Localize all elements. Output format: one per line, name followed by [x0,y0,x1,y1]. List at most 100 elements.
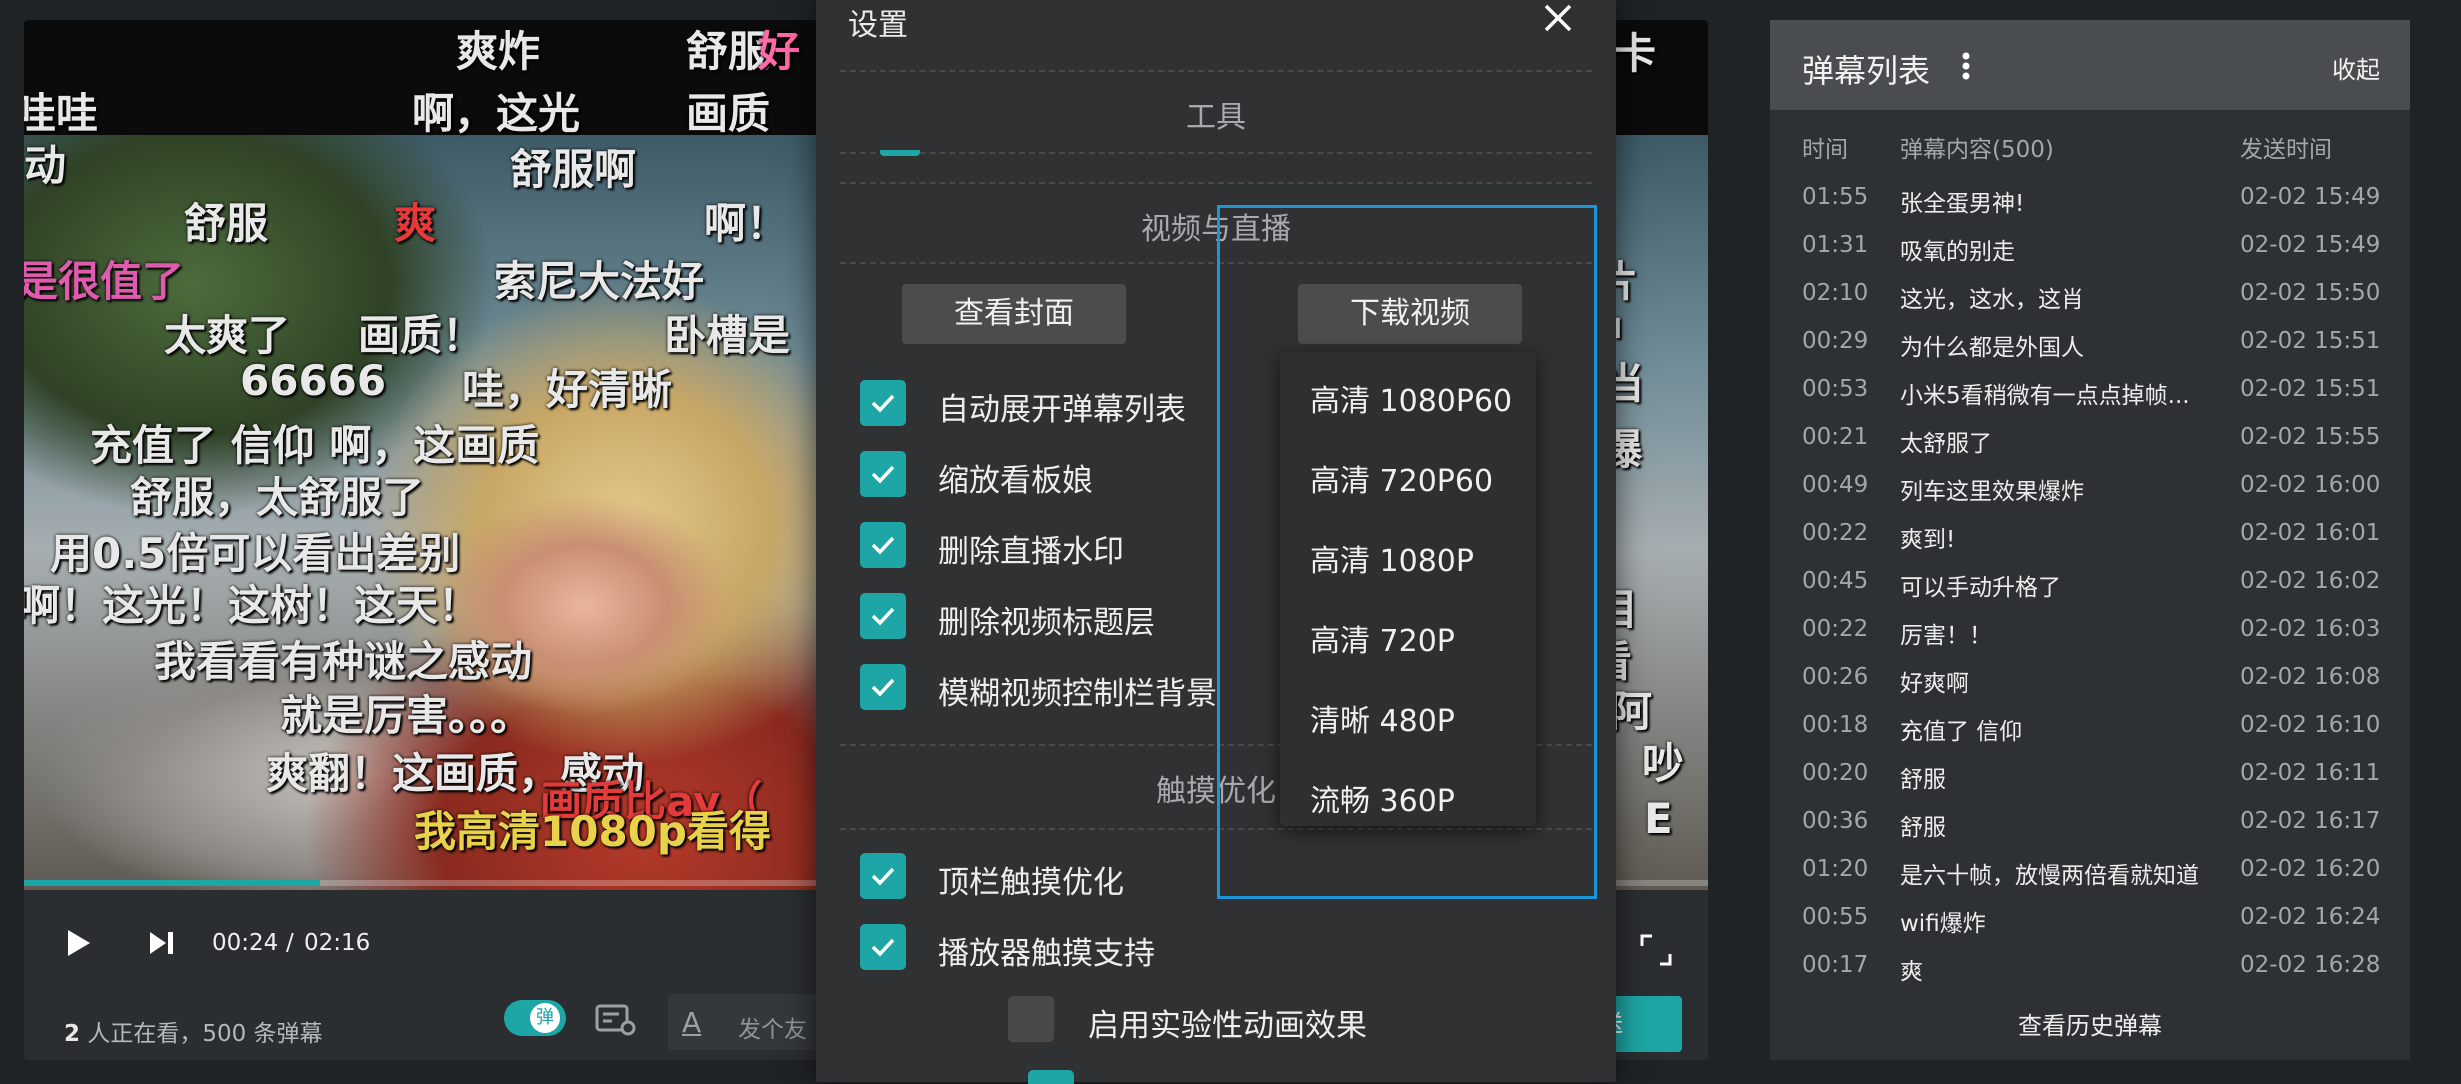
touch-option-checkbox[interactable] [860,853,906,899]
row-content: 张全蛋男神! [1900,191,2025,217]
row-sent-time: 02-02 16:08 [2240,664,2381,690]
row-content: 爽 [1900,959,1923,985]
danmaku-input[interactable]: A 发个友 [668,994,818,1050]
fullscreen-icon[interactable] [1638,932,1674,968]
row-time: 00:49 [1802,472,1869,498]
danmaku-text: 啊！ [704,199,789,248]
close-icon[interactable] [1540,0,1576,36]
row-sent-time: 02-02 15:55 [2240,424,2381,450]
row-time: 02:10 [1802,280,1869,306]
more-vertical-icon[interactable] [1956,48,1976,88]
touch-option-label: 播放器触摸支持 [938,936,1155,972]
play-icon[interactable] [60,926,94,960]
column-sent-time: 发送时间 [2240,137,2332,163]
danmaku-text: 动 [24,141,67,190]
option-checkbox[interactable] [860,593,906,639]
danmaku-row[interactable]: 00:21 太舒服了 02-02 15:55 [1770,424,2410,472]
danmaku-text: 我看看有种谜之感动 [154,637,533,686]
option-checkbox[interactable] [860,380,906,426]
row-sent-time: 02-02 16:20 [2240,856,2381,882]
danmaku-text: 66666 [240,356,387,405]
checkmark-icon [871,938,895,957]
row-sent-time: 02-02 16:11 [2240,760,2381,786]
danmaku-row[interactable]: 00:36 舒服 02-02 16:17 [1770,808,2410,856]
danmaku-row[interactable]: 00:17 爽 02-02 16:28 [1770,952,2410,1000]
danmaku-text: 就是厉害。。。 [280,691,533,740]
row-content: 列车这里效果爆炸 [1900,479,2084,505]
checkmark-icon [871,678,895,697]
checkmark-icon [871,536,895,555]
sub-option-checkbox[interactable] [1008,996,1054,1042]
danmaku-text: E [1644,794,1673,843]
danmaku-row[interactable]: 02:10 这光，这水，这肖 02-02 15:50 [1770,280,2410,328]
row-sent-time: 02-02 15:50 [2240,280,2381,306]
danmaku-settings-icon[interactable] [594,1002,638,1038]
total-time: 02:16 [304,930,371,956]
view-cover-button[interactable]: 查看封面 [902,284,1126,344]
row-time: 00:21 [1802,424,1869,450]
danmaku-row[interactable]: 00:22 爽到! 02-02 16:01 [1770,520,2410,568]
danmaku-text: 舒服，太舒服了 [130,473,425,522]
text-style-icon[interactable]: A [682,1006,701,1039]
current-time: 00:24 [212,930,279,956]
danmaku-row[interactable]: 00:29 为什么都是外国人 02-02 15:51 [1770,328,2410,376]
danmaku-row[interactable]: 00:49 列车这里效果爆炸 02-02 16:00 [1770,472,2410,520]
row-content: wifi爆炸 [1900,911,1986,937]
row-content: 这光，这水，这肖 [1900,287,2084,313]
row-time: 00:55 [1802,904,1869,930]
progress-fill [24,880,321,886]
partial-checkbox [880,150,920,156]
option-checkbox[interactable] [860,664,906,710]
settings-title: 设置 [848,8,908,43]
danmaku-row[interactable]: 00:18 充值了 信仰 02-02 16:10 [1770,712,2410,760]
row-time: 00:22 [1802,520,1869,546]
danmaku-text: 画质！ [358,311,485,360]
danmaku-text: 啊，这光 [412,89,581,138]
danmaku-text: 舒服啊 [510,145,637,194]
danmaku-input-placeholder: 发个友 [738,1017,807,1043]
row-content: 爽到! [1900,527,1956,553]
row-sent-time: 02-02 16:10 [2240,712,2381,738]
checkmark-icon [871,394,895,413]
option-checkbox[interactable] [860,451,906,497]
row-content: 太舒服了 [1900,431,1992,457]
divider [840,70,1592,72]
divider [840,182,1592,184]
danmaku-text: 太爽了 [164,311,291,360]
option-label: 删除视频标题层 [938,605,1155,641]
row-content: 好爽啊 [1900,671,1969,697]
touch-option-checkbox[interactable] [860,924,906,970]
danmaku-text: 啊！这光！这树！这天！ [24,581,481,630]
danmaku-row[interactable]: 01:31 吸氧的别走 02-02 15:49 [1770,232,2410,280]
danmaku-row[interactable]: 00:45 可以手动升格了 02-02 16:02 [1770,568,2410,616]
danmaku-text: 哇，好清晰 [462,365,673,414]
sub-option-label: 启用实验性动画效果 [1088,1008,1367,1044]
option-label: 自动展开弹幕列表 [938,392,1186,428]
row-time: 00:20 [1802,760,1869,786]
row-time: 00:29 [1802,328,1869,354]
row-time: 01:31 [1802,232,1869,258]
time-separator: / [286,930,294,956]
danmaku-list-header: 弹幕列表 收起 [1770,20,2410,110]
danmaku-toggle[interactable]: 弹 [504,1000,566,1036]
column-time: 时间 [1802,137,1848,163]
next-icon[interactable] [144,926,178,960]
danmaku-text: 是很值了 [24,257,185,306]
danmaku-row[interactable]: 00:55 wifi爆炸 02-02 16:24 [1770,904,2410,952]
danmaku-row[interactable]: 00:22 厉害！！ 02-02 16:03 [1770,616,2410,664]
row-sent-time: 02-02 16:00 [2240,472,2381,498]
danmaku-row[interactable]: 01:20 是六十帧，放慢两倍看就知道 02-02 16:20 [1770,856,2410,904]
danmaku-row[interactable]: 00:26 好爽啊 02-02 16:08 [1770,664,2410,712]
danmaku-row[interactable]: 01:55 张全蛋男神! 02-02 15:49 [1770,184,2410,232]
row-content: 可以手动升格了 [1900,575,2061,601]
view-history-button[interactable]: 查看历史弹幕 [1770,1006,2410,1041]
danmaku-text: 爽 [394,199,437,248]
danmaku-toggle-knob: 弹 [530,1003,560,1033]
danmaku-row[interactable]: 00:53 小米5看稍微有一点点掉帧... 02-02 15:51 [1770,376,2410,424]
danmaku-row[interactable]: 00:20 舒服 02-02 16:11 [1770,760,2410,808]
row-sent-time: 02-02 16:01 [2240,520,2381,546]
collapse-button[interactable]: 收起 [2332,50,2380,85]
option-label: 删除直播水印 [938,534,1124,570]
row-content: 充值了 信仰 [1900,719,2023,745]
option-checkbox[interactable] [860,522,906,568]
